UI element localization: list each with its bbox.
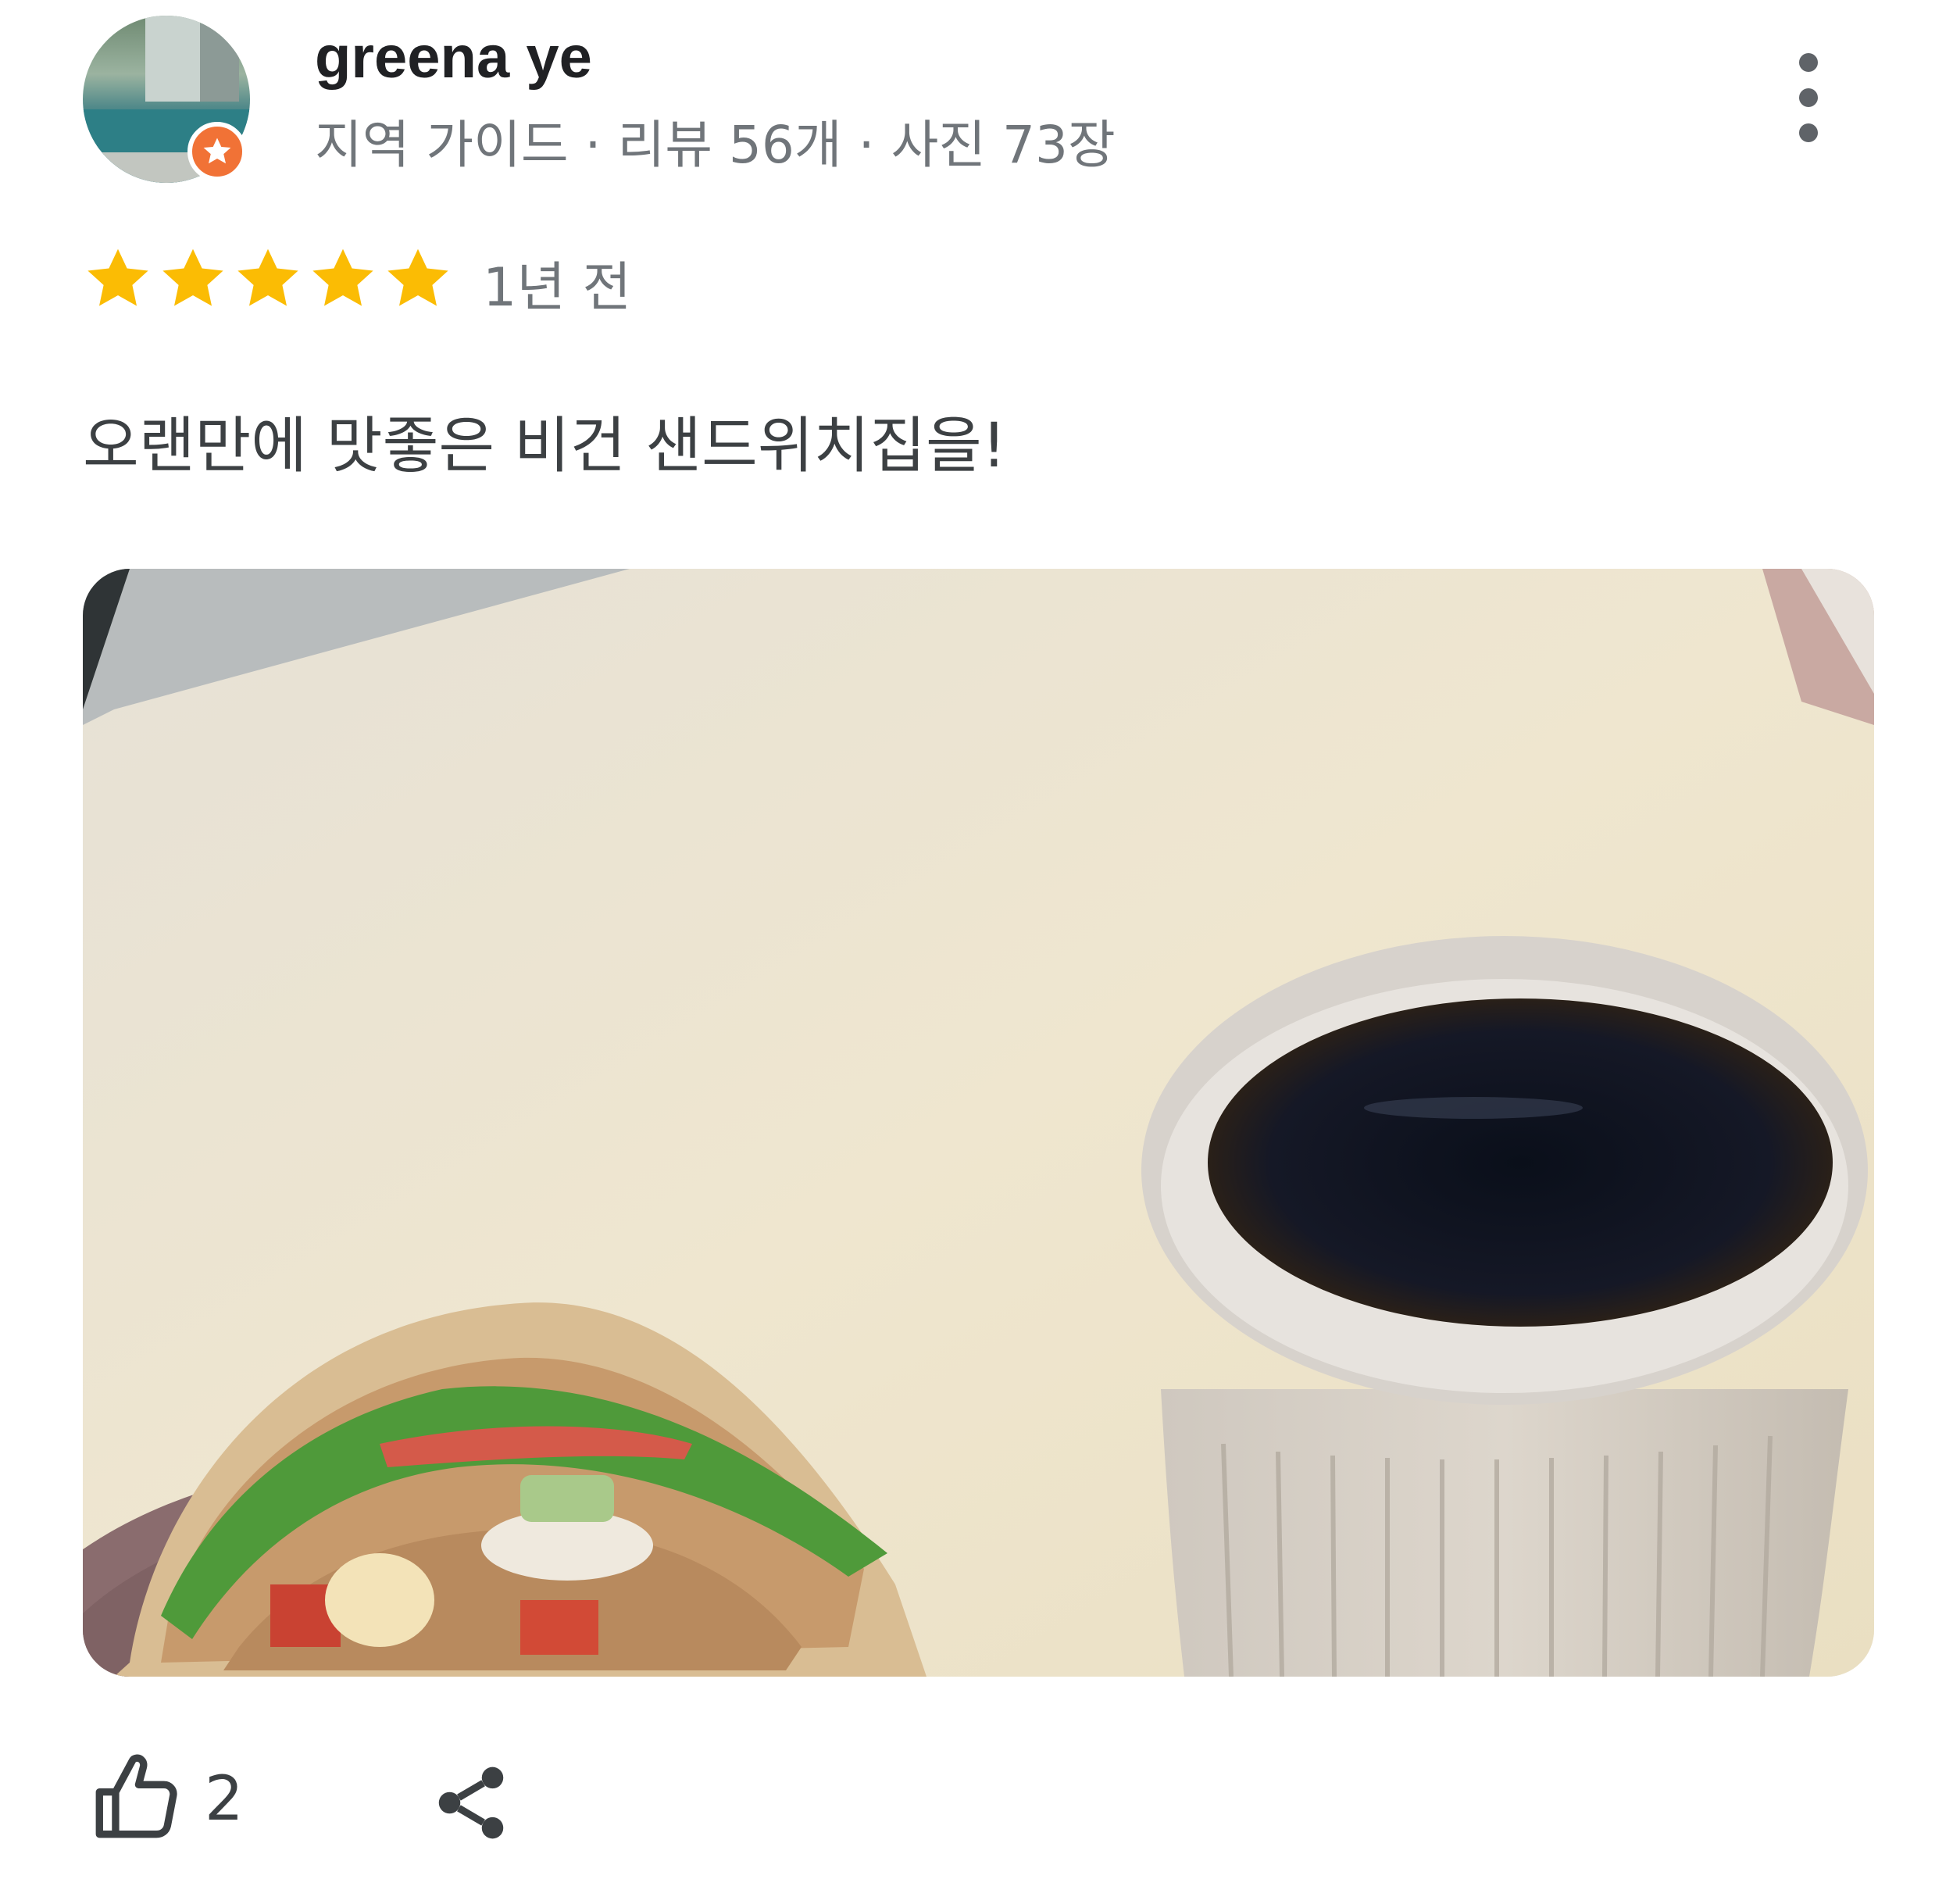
reviewer-meta: 지역 가이드 · 리뷰 56개 · 사진 73장 bbox=[315, 115, 1116, 175]
review-photo[interactable] bbox=[83, 569, 1874, 1677]
star-icon bbox=[83, 244, 153, 314]
star-icon bbox=[233, 244, 303, 314]
like-button[interactable]: 2 bbox=[89, 1749, 244, 1850]
like-count: 2 bbox=[205, 1764, 244, 1834]
star-icon bbox=[158, 244, 228, 314]
thumbs-up-icon bbox=[89, 1752, 183, 1847]
share-button[interactable] bbox=[428, 1758, 514, 1848]
review-text: 오랜만에 맛좋은 비건 샌드위치집을! bbox=[83, 411, 1007, 481]
star-rating bbox=[83, 244, 453, 314]
star-icon bbox=[308, 244, 378, 314]
local-guide-star-icon bbox=[187, 122, 247, 181]
more-vert-icon bbox=[1799, 88, 1818, 107]
more-vert-icon bbox=[1799, 53, 1818, 72]
review-time: 1년 전 bbox=[483, 257, 631, 319]
reviewer-name[interactable]: greena ye bbox=[315, 23, 592, 91]
avatar-building bbox=[200, 23, 239, 102]
share-icon bbox=[438, 1766, 504, 1839]
more-options-button[interactable] bbox=[1781, 47, 1836, 148]
avatar-building bbox=[145, 16, 200, 102]
photo-sandwich-coffee bbox=[83, 569, 1874, 1677]
more-vert-icon bbox=[1799, 123, 1818, 142]
star-icon bbox=[383, 244, 453, 314]
